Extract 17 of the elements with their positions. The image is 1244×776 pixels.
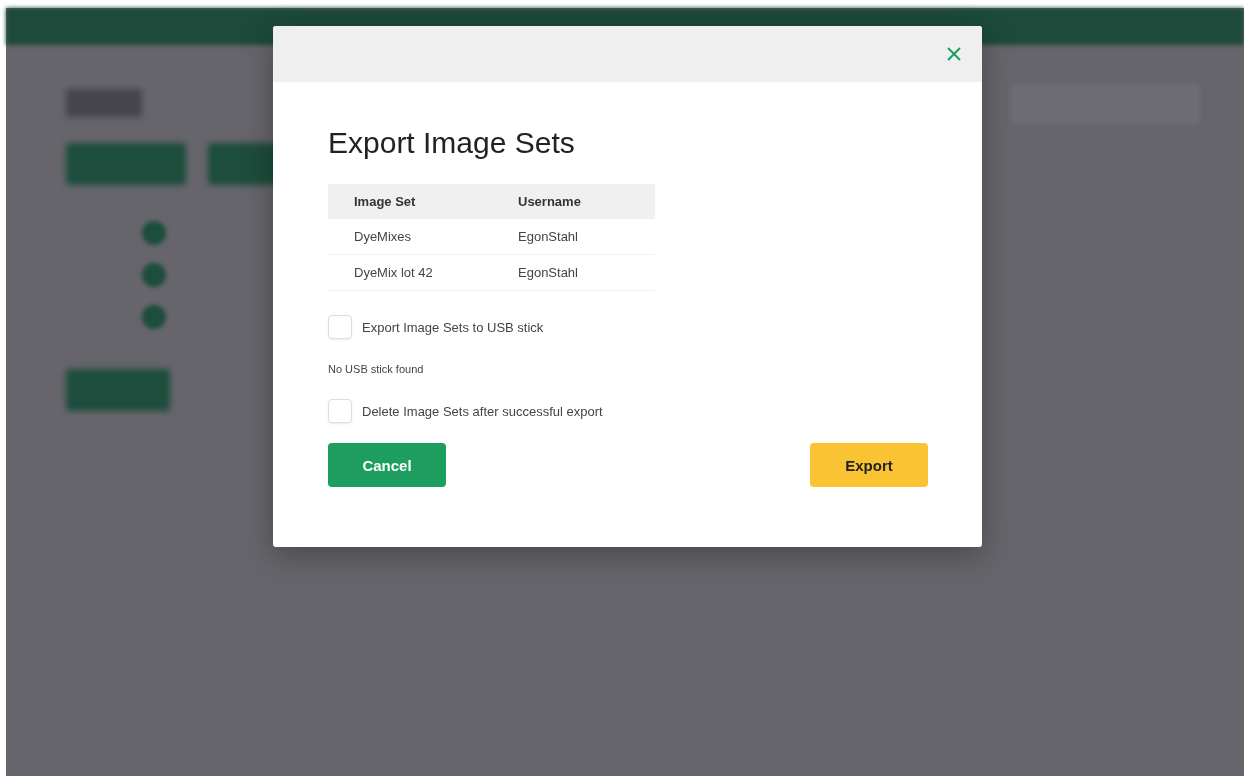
blurred-status-dot [142,263,166,287]
checkbox-label: Delete Image Sets after successful export [362,403,603,419]
status-note: No USB stick found [328,363,425,375]
blurred-status-dot [142,305,166,329]
checkbox-label: Export Image Sets to USB stick [362,319,544,335]
checkbox[interactable] [328,315,352,339]
table-cell: EgonStahl [518,229,578,244]
column-header: Username [518,194,581,209]
close-icon [946,46,962,62]
blurred-status-dot [142,221,166,245]
table-cell: EgonStahl [518,265,578,280]
table-cell: DyeMixes [354,229,412,244]
dialog-title: Export Image Sets [328,126,576,160]
table-cell: DyeMix lot 42 [354,265,433,280]
checkbox[interactable] [328,399,352,423]
column-header: Image Set [354,194,416,209]
export-button[interactable]: Export [810,443,928,487]
